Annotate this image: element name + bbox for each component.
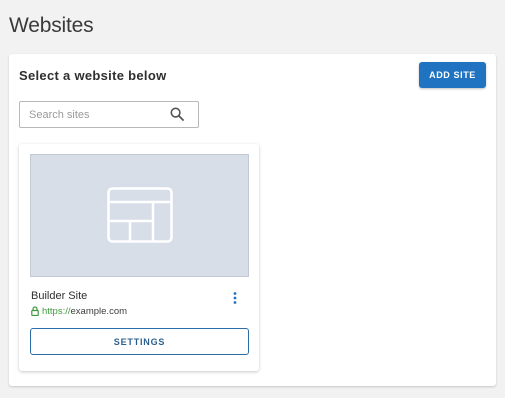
add-site-button[interactable]: ADD SITE — [419, 62, 486, 88]
site-url[interactable]: https://example.com — [42, 306, 127, 317]
lock-icon — [31, 306, 39, 316]
more-vertical-icon[interactable] — [229, 291, 241, 305]
settings-button[interactable]: SETTINGS — [30, 328, 249, 355]
site-url-host: example.com — [70, 305, 128, 317]
layout-icon — [107, 187, 173, 243]
panel-heading: Select a website below — [19, 68, 167, 83]
websites-panel: Select a website below ADD SITE Builder … — [9, 54, 496, 386]
page-title: Websites — [9, 14, 94, 37]
site-url-scheme: https:// — [42, 305, 71, 317]
search-box — [19, 101, 199, 128]
search-input[interactable] — [20, 102, 170, 127]
site-name: Builder Site — [31, 290, 88, 302]
site-thumbnail[interactable] — [30, 154, 249, 277]
site-card[interactable]: Builder Site https://example.com SETTING… — [19, 144, 259, 371]
site-url-row: https://example.com — [31, 305, 127, 317]
search-icon[interactable] — [170, 107, 184, 121]
